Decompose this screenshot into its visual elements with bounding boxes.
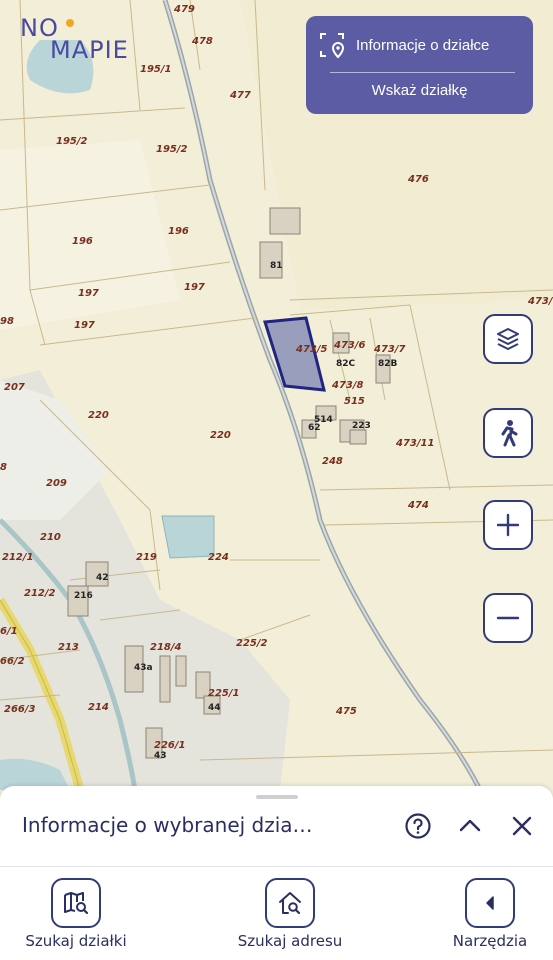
parcel-number-label: 473/6 [333, 340, 366, 351]
zoom-in-button[interactable] [483, 500, 533, 550]
parcel-number-label: 218/4 [150, 642, 182, 653]
street-view-button[interactable] [483, 408, 533, 458]
plus-icon [496, 513, 520, 537]
parcel-number-label: 475 [335, 706, 357, 717]
layers-icon [497, 328, 519, 350]
cadastral-map[interactable]: 479 478 195/1 477 195/2 195/2 476 196 196 81 197 19… [0, 0, 553, 790]
parcel-number-label: 196 [168, 226, 189, 237]
parcel-number-label: 195/2 [156, 144, 188, 155]
parcel-number-label: 478 [191, 36, 213, 47]
parcel-number-label: 224 [208, 552, 229, 563]
parcel-number-label: 82C [336, 359, 356, 369]
parcel-number-label: 210 [40, 532, 61, 543]
parcel-number-label: 216 [74, 591, 93, 601]
parcel-number-label: 43 [154, 751, 167, 761]
nav-icon-box [465, 878, 515, 928]
parcel-select-icon [320, 33, 345, 59]
parcel-number-label: 196 [72, 236, 93, 247]
pedestrian-icon [501, 420, 518, 447]
parcel-info-label: Informacje o działce [356, 36, 490, 54]
chevron-up-icon[interactable] [456, 812, 484, 840]
parcel-number-label: 82B [378, 359, 398, 369]
home-search-icon [279, 892, 301, 915]
nav-label: Szukaj adresu [237, 932, 343, 950]
parcel-number-label: 195/1 [140, 64, 171, 75]
sheet-title: Informacje o wybranej dzia… [22, 813, 313, 837]
logo-text-bottom: MAPIE [50, 36, 129, 64]
parcel-number-label: 62 [308, 423, 321, 433]
parcel-number-label: 223 [352, 421, 371, 431]
parcel-number-label: 197 [184, 282, 205, 293]
nav-search-parcel[interactable]: Szukaj działki [6, 878, 146, 952]
parcel-number-label: 81 [270, 261, 283, 271]
parcel-number-label: 219 [136, 552, 157, 563]
parcel-number-label: 43a [134, 663, 153, 673]
parcel-number-label: 473/11 [395, 438, 434, 449]
parcel-number-label: 214 [88, 702, 109, 713]
logo-dot [66, 19, 74, 27]
parcel-number-label: 248 [322, 456, 343, 467]
parcel-number-label: 225/1 [208, 688, 239, 699]
parcel-number-label: 6/1 [0, 626, 18, 637]
parcel-number-label: 197 [78, 288, 99, 299]
nav-icon-box [265, 878, 315, 928]
parcel-number-label: 476 [407, 174, 429, 185]
pond [161, 515, 215, 559]
layers-button[interactable] [483, 314, 533, 364]
help-icon[interactable] [404, 812, 432, 840]
parcel-number-label: 473/7 [373, 344, 406, 355]
parcel-number-label: 477 [229, 90, 251, 101]
nav-icon-box [51, 878, 101, 928]
parcel-number-label: 195/2 [56, 136, 88, 147]
parcel-number-label: 212/1 [2, 552, 33, 563]
parcel-number-label: 44 [208, 703, 221, 713]
parcel-number-label: 42 [96, 573, 109, 583]
parcel-number-label: 515 [344, 396, 365, 407]
parcel-number-label: 473/8 [331, 380, 364, 391]
select-parcel-button[interactable]: Wskaż działkę [306, 82, 533, 99]
parcel-number-label: 220 [210, 430, 231, 441]
sheet-divider [0, 866, 553, 867]
parcel-number-label: 473/5 [295, 344, 328, 355]
nav-label: Narzędzia [452, 932, 528, 950]
parcel-number-label: 209 [46, 478, 67, 489]
drag-handle[interactable] [256, 795, 298, 799]
parcel-number-label: 226/1 [154, 740, 185, 751]
zoom-out-button[interactable] [483, 593, 533, 643]
close-icon[interactable] [508, 812, 536, 840]
nav-tools[interactable]: Narzędzia [420, 878, 553, 952]
parcel-number-label: 225/2 [236, 638, 268, 649]
parcel-number-label: 479 [173, 4, 195, 15]
divider [330, 72, 515, 73]
parcel-number-label: 207 [4, 382, 25, 393]
parcel-number-label: 98 [0, 316, 14, 327]
chevron-left-icon [486, 896, 494, 910]
nav-label: Szukaj działki [25, 932, 127, 950]
parcel-number-label: 66/2 [0, 656, 25, 667]
parcel-number-label: 220 [88, 410, 109, 421]
nav-search-address[interactable]: Szukaj adresu [220, 878, 360, 952]
bottom-sheet: Informacje o wybranej dzia… Szukaj dział… [0, 786, 553, 960]
parcel-number-label: 266/3 [4, 704, 36, 715]
minus-icon [496, 616, 520, 620]
parcel-number-label: 213 [58, 642, 79, 653]
parcel-number-label: 197 [74, 320, 95, 331]
parcel-number-label: 8 [0, 462, 7, 473]
parcel-number-label: 473/1 [527, 296, 553, 307]
parcel-number-label: 212/2 [24, 588, 56, 599]
parcel-info-button[interactable]: Informacje o działce [318, 30, 528, 60]
parcel-info-panel: Informacje o działce Wskaż działkę [306, 16, 533, 114]
parcel-number-label: 474 [407, 500, 429, 511]
map-search-icon [64, 892, 89, 915]
